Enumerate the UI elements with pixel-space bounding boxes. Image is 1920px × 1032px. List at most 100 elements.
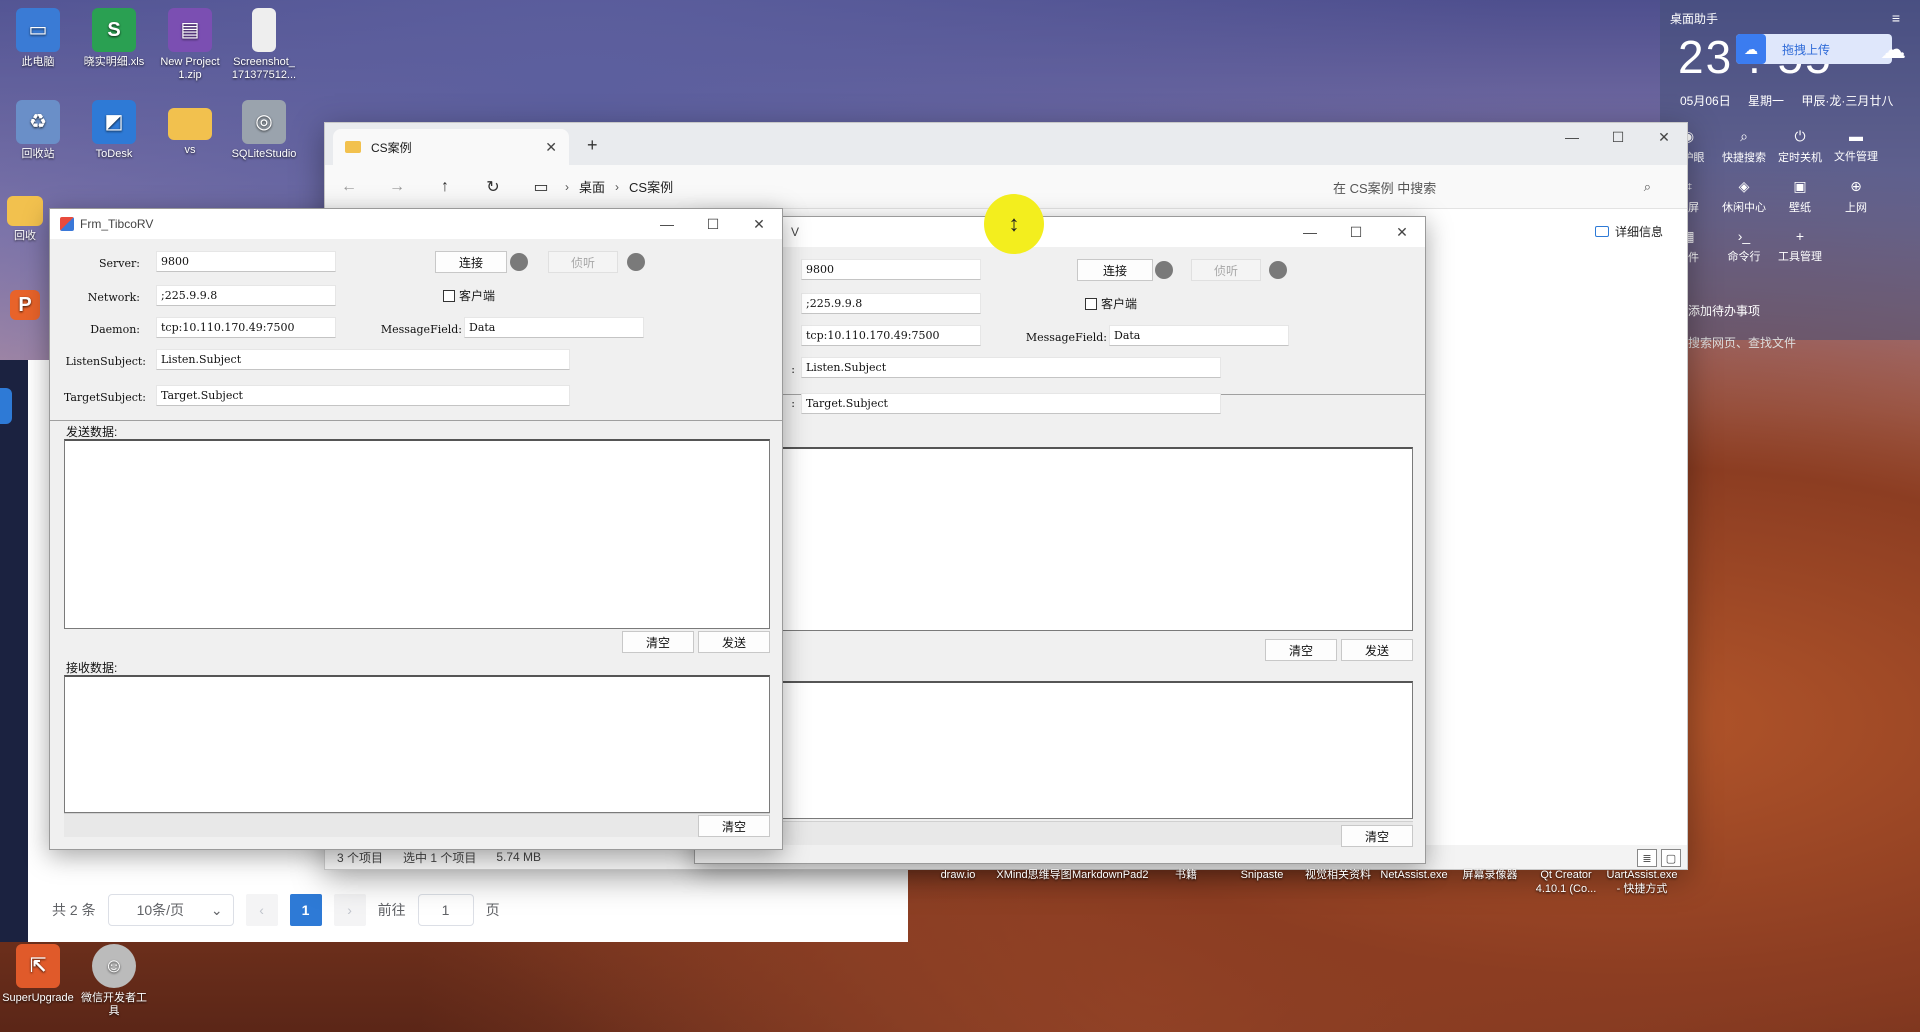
- goto-page-input[interactable]: 1: [417, 894, 474, 926]
- tool-command-line[interactable]: ›_ 命令行: [1716, 228, 1772, 278]
- network-input[interactable]: ;225.9.9.8: [801, 293, 981, 314]
- minimize-button[interactable]: —: [644, 216, 690, 232]
- desktop-shortcut-xmind[interactable]: XMind思维导图: [996, 868, 1072, 896]
- window-titlebar[interactable]: V — ☐ ✕: [695, 217, 1425, 247]
- messagefield-input[interactable]: Data: [464, 317, 644, 338]
- list-view-icon[interactable]: ≣: [1637, 849, 1657, 867]
- desktop-shortcut-drawio[interactable]: draw.io: [920, 868, 996, 896]
- desktop-icon-partial-app[interactable]: P: [0, 290, 50, 324]
- sidebar-tab[interactable]: [0, 388, 12, 424]
- desktop-icon-superupgrade[interactable]: ⇱ SuperUpgrade: [0, 944, 76, 1005]
- desktop-icon-todesk[interactable]: ◩ ToDesk: [76, 100, 152, 161]
- forward-arrow-icon[interactable]: →: [373, 178, 421, 196]
- desktop-icon-excel-file[interactable]: S 晓实明细.xls: [76, 8, 152, 69]
- desktop-shortcut-uartassist[interactable]: UartAssist.exe - 快捷方式: [1604, 868, 1680, 896]
- desktop-icon-recycle-bin[interactable]: ♻ 回收站: [0, 100, 76, 161]
- desktop-icon-label: SQLiteStudio: [231, 148, 297, 160]
- clear-send-button[interactable]: 清空: [622, 631, 694, 653]
- desktop-icon-label: ToDesk: [95, 148, 133, 160]
- send-button[interactable]: 发送: [698, 631, 770, 653]
- target-subject-input[interactable]: Target.Subject: [156, 385, 570, 406]
- tool-quick-search[interactable]: ⌕ 快捷搜索: [1716, 128, 1772, 178]
- up-arrow-icon[interactable]: ↑: [421, 178, 469, 196]
- messagefield-input[interactable]: Data: [1109, 325, 1289, 346]
- desktop-icon-sqlitestudio[interactable]: ◎ SQLiteStudio: [226, 100, 302, 161]
- clear-receive-button[interactable]: 清空: [698, 815, 770, 837]
- tool-shutdown-timer[interactable]: ⏻ 定时关机: [1772, 128, 1828, 178]
- desktop-icon-partial-folder[interactable]: 回收: [0, 196, 50, 243]
- breadcrumb-cs-cases[interactable]: CS案例: [629, 177, 673, 196]
- drag-upload-button[interactable]: ☁ 拖拽上传: [1736, 34, 1892, 64]
- desktop-icon-zip-file[interactable]: ▤ New Project 1.zip: [152, 8, 228, 82]
- refresh-icon[interactable]: ↻: [469, 177, 517, 197]
- daemon-input[interactable]: tcp:10.110.170.49:7500: [801, 325, 981, 346]
- maximize-button[interactable]: ☐: [1333, 224, 1379, 241]
- superupgrade-icon: ⇱: [16, 944, 60, 988]
- minimize-button[interactable]: —: [1287, 224, 1333, 240]
- desktop-shortcut-qt-creator[interactable]: Qt Creator 4.10.1 (Co...: [1528, 868, 1604, 896]
- add-todo-item[interactable]: 添加待办事项: [1688, 302, 1760, 319]
- maximize-button[interactable]: ☐: [1595, 129, 1641, 146]
- desktop-shortcut-screen-recorder[interactable]: 屏幕录像器: [1452, 868, 1528, 896]
- send-data-textarea[interactable]: [64, 439, 770, 629]
- breadcrumb-desktop[interactable]: 桌面: [579, 177, 605, 196]
- receive-data-textarea[interactable]: [781, 681, 1413, 819]
- tool-file-manager[interactable]: ▬ 文件管理: [1828, 128, 1884, 178]
- close-button[interactable]: ✕: [736, 216, 782, 233]
- server-input[interactable]: 9800: [801, 259, 981, 280]
- listen-subject-input[interactable]: Listen.Subject: [801, 357, 1221, 378]
- connect-button[interactable]: 连接: [1077, 259, 1153, 281]
- desktop-shortcut-snipaste[interactable]: Snipaste: [1224, 868, 1300, 896]
- listen-button[interactable]: 侦听: [548, 251, 618, 273]
- desktop-shortcut-books[interactable]: 书籍: [1148, 868, 1224, 896]
- tool-games[interactable]: ◈ 休闲中心: [1716, 178, 1772, 228]
- send-button[interactable]: 发送: [1341, 639, 1413, 661]
- close-button[interactable]: ✕: [1379, 224, 1425, 241]
- explorer-tab[interactable]: CS案例 ✕: [333, 129, 569, 165]
- tool-manage[interactable]: + 工具管理: [1772, 228, 1828, 278]
- desktop-shortcut-markdownpad[interactable]: MarkdownPad2: [1072, 868, 1148, 896]
- clear-receive-button[interactable]: 清空: [1341, 825, 1413, 847]
- desktop-shortcut-vision[interactable]: 视觉相关资料: [1300, 868, 1376, 896]
- close-tab-icon[interactable]: ✕: [545, 139, 557, 156]
- window-controls: — ☐ ✕: [644, 209, 782, 239]
- tiles-view-icon[interactable]: ▢: [1661, 849, 1681, 867]
- close-button[interactable]: ✕: [1641, 129, 1687, 146]
- desktop-icon-label: 回收站: [21, 148, 55, 160]
- listen-button[interactable]: 侦听: [1191, 259, 1261, 281]
- widget-search-hint[interactable]: 搜索网页、查找文件: [1688, 334, 1796, 351]
- prev-page-button[interactable]: ‹: [245, 894, 278, 926]
- client-checkbox[interactable]: 客户端: [1085, 295, 1137, 312]
- page-number-button[interactable]: 1: [289, 894, 322, 926]
- desktop-icon-vs-folder[interactable]: vs: [152, 100, 228, 157]
- new-tab-button[interactable]: +: [587, 135, 598, 156]
- target-subject-input[interactable]: Target.Subject: [801, 393, 1221, 414]
- desktop-shortcut-netassist[interactable]: NetAssist.exe: [1376, 868, 1452, 896]
- window-titlebar[interactable]: Frm_TibcoRV — ☐ ✕: [50, 209, 782, 239]
- clear-send-button[interactable]: 清空: [1265, 639, 1337, 661]
- desktop-icon-screenshot[interactable]: Screenshot_ 171377512...: [226, 8, 302, 82]
- desktop-icon-this-pc[interactable]: ▭ 此电脑: [0, 8, 76, 69]
- maximize-button[interactable]: ☐: [690, 216, 736, 233]
- receive-data-textarea[interactable]: [64, 675, 770, 813]
- tool-wallpaper[interactable]: ▣ 壁纸: [1772, 178, 1828, 228]
- page-size-select[interactable]: 10条/页 ⌄: [107, 894, 234, 926]
- tool-browse[interactable]: ⊕ 上网: [1828, 178, 1884, 228]
- connect-button[interactable]: 连接: [435, 251, 507, 273]
- client-checkbox[interactable]: 客户端: [443, 287, 495, 304]
- minimize-button[interactable]: —: [1549, 129, 1595, 146]
- cloud-icon[interactable]: ☁: [1880, 34, 1906, 65]
- back-arrow-icon[interactable]: ←: [325, 178, 373, 196]
- next-page-button[interactable]: ›: [333, 894, 366, 926]
- daemon-input[interactable]: tcp:10.110.170.49:7500: [156, 317, 336, 338]
- monitor-icon[interactable]: ▭: [517, 177, 565, 197]
- listen-subject-input[interactable]: Listen.Subject: [156, 349, 570, 370]
- tool-label: 壁纸: [1789, 202, 1811, 214]
- menu-icon[interactable]: ≡: [1892, 10, 1900, 26]
- details-pane-button[interactable]: 详细信息: [1594, 223, 1663, 240]
- server-input[interactable]: 9800: [156, 251, 336, 272]
- explorer-search-box[interactable]: 在 CS案例 中搜索 ⌕: [1327, 173, 1657, 201]
- desktop-icon-wechat-devtools[interactable]: ☺ 微信开发者工具: [76, 944, 152, 1018]
- network-input[interactable]: ;225.9.9.8: [156, 285, 336, 306]
- send-data-textarea[interactable]: [781, 447, 1413, 631]
